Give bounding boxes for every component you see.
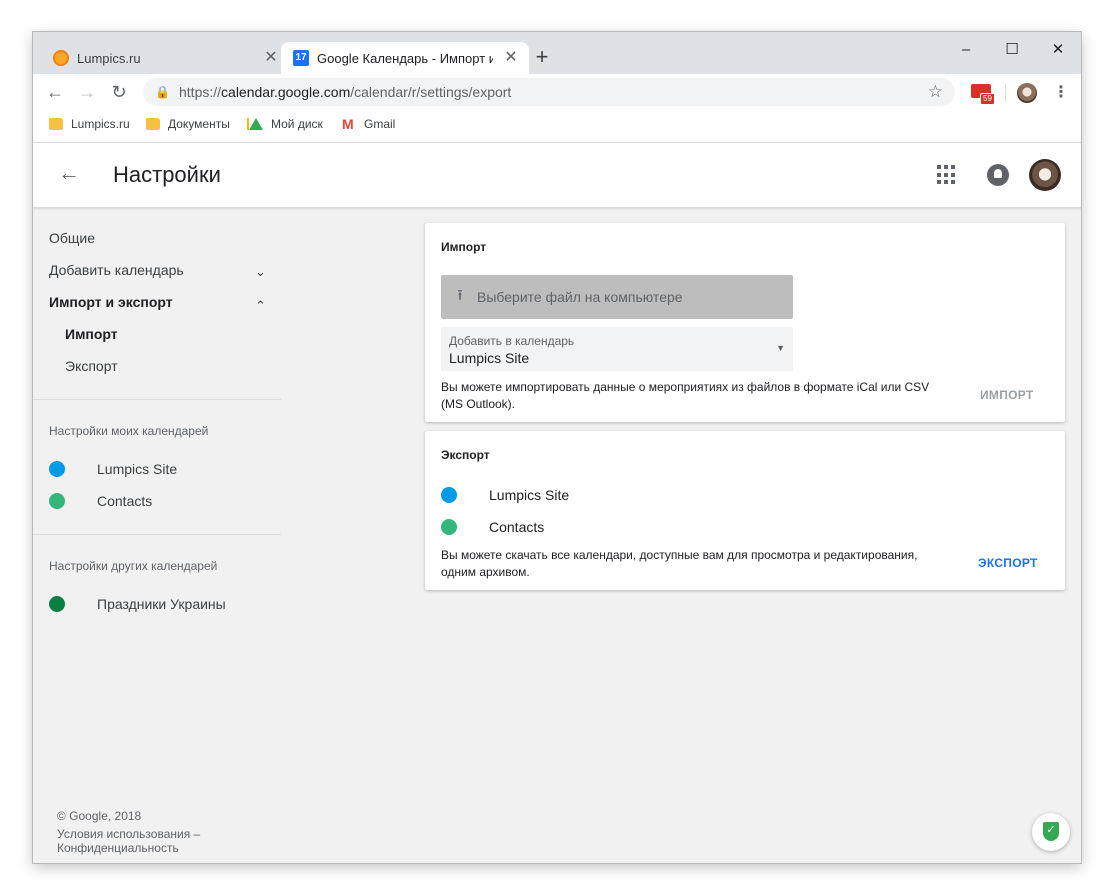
my-calendars-header: Настройки моих календарей — [49, 424, 209, 438]
sidebar-item-general[interactable]: Общие — [49, 230, 95, 246]
back-button[interactable]: ← — [43, 80, 67, 104]
bookmark-label: Мой диск — [271, 117, 323, 131]
lock-icon: 🔒 — [155, 85, 170, 99]
maximize-button[interactable]: ☐ — [989, 36, 1035, 64]
minimize-button[interactable]: – — [943, 36, 989, 64]
apps-grid-icon[interactable] — [937, 165, 957, 185]
forward-button[interactable]: → — [75, 80, 99, 104]
mail-extension-icon[interactable]: 59 — [971, 82, 995, 105]
dropdown-arrow-icon: ▼ — [776, 343, 785, 353]
upload-icon: ⭱ — [457, 286, 463, 304]
bookmark-label: Gmail — [364, 117, 396, 131]
back-arrow-icon[interactable]: ← — [57, 161, 81, 185]
url-path: /calendar/r/settings/export — [350, 84, 512, 100]
import-title: Импорт — [441, 240, 487, 254]
calendar-name: Lumpics Site — [97, 461, 178, 477]
calendar-name: Праздники Украины — [97, 596, 226, 612]
export-title: Экспорт — [441, 448, 490, 462]
select-label: Добавить в календарь — [449, 334, 575, 348]
calendar-color-dot — [49, 461, 65, 477]
settings-sidebar: Общие Добавить календарь ⌄ Импорт и эксп… — [33, 208, 283, 863]
close-tab-icon[interactable]: ✕ — [263, 50, 279, 66]
sidebar-divider — [33, 399, 281, 400]
calendar-name: Lumpics Site — [489, 487, 570, 503]
mail-count-badge: 59 — [980, 93, 995, 105]
calendar-name: Contacts — [97, 493, 153, 509]
reload-button[interactable]: ↻ — [107, 80, 131, 104]
copyright-text: © Google, 2018 — [57, 809, 142, 823]
security-shield-button[interactable]: ✓ — [1032, 813, 1070, 851]
tab-title: Google Календарь - Импорт и э — [317, 50, 493, 66]
tab-strip: Lumpics.ru ✕ 17 Google Календарь - Импор… — [33, 32, 1081, 74]
bookmark-label: Документы — [168, 117, 230, 131]
export-calendar-lumpics-site: Lumpics Site — [441, 485, 569, 505]
calendar-favicon-icon: 17 — [293, 50, 309, 66]
import-note: Вы можете импортировать данные о меропри… — [441, 380, 930, 411]
tab-lumpics[interactable]: Lumpics.ru ✕ — [41, 42, 289, 74]
bookmark-gmail[interactable]: M Gmail — [342, 117, 395, 131]
bookmark-lumpics[interactable]: Lumpics.ru — [49, 117, 130, 131]
sidebar-item-add-calendar[interactable]: Добавить календарь — [49, 262, 184, 278]
address-bar[interactable]: 🔒 https://calendar.google.com/calendar/r… — [143, 78, 955, 106]
sidebar-calendar-contacts[interactable]: Contacts — [49, 491, 152, 511]
profile-avatar[interactable] — [1017, 83, 1037, 103]
url-text: https://calendar.google.com/calendar/r/s… — [179, 84, 511, 100]
gmail-icon: M — [342, 116, 354, 132]
browser-window: Lumpics.ru ✕ 17 Google Календарь - Импор… — [33, 32, 1081, 863]
shield-check-icon: ✓ — [1043, 822, 1059, 841]
calendar-color-dot — [49, 596, 65, 612]
calendar-name: Contacts — [489, 519, 545, 535]
select-value: Lumpics Site — [449, 350, 530, 366]
url-prefix: https:// — [179, 84, 222, 100]
other-calendars-header: Настройки других календарей — [49, 559, 218, 573]
choose-file-button[interactable]: ⭱ Выберите файл на компьютере — [441, 275, 793, 319]
lumpics-favicon-icon — [53, 50, 69, 66]
sidebar-item-export[interactable]: Экспорт — [65, 358, 118, 374]
folder-icon — [49, 118, 63, 130]
sidebar-calendar-holidays-ukraine[interactable]: Праздники Украины — [49, 594, 226, 614]
chevron-down-icon[interactable]: ⌄ — [255, 264, 266, 280]
import-card: Импорт ⭱ Выберите файл на компьютере Доб… — [425, 223, 1065, 422]
settings-header: ← Настройки — [33, 143, 1081, 208]
account-avatar[interactable] — [1029, 159, 1061, 191]
folder-icon — [146, 118, 160, 130]
sidebar-item-import-export[interactable]: Импорт и экспорт — [49, 294, 173, 310]
bookmark-documents[interactable]: Документы — [146, 117, 230, 131]
new-tab-button[interactable]: + — [531, 46, 553, 68]
toolbar-divider — [1005, 84, 1006, 102]
close-window-button[interactable]: ✕ — [1035, 36, 1081, 64]
url-host: calendar.google.com — [221, 84, 351, 100]
close-tab-icon[interactable]: ✕ — [503, 50, 519, 66]
page-title: Настройки — [113, 162, 221, 187]
import-button[interactable]: ИМПОРТ — [980, 388, 1034, 402]
calendar-color-dot — [49, 493, 65, 509]
terms-link[interactable]: Условия использования – — [57, 827, 200, 841]
calendar-select[interactable]: Добавить в календарь Lumpics Site ▼ — [441, 327, 793, 371]
browser-toolbar: ← → ↻ 🔒 https://calendar.google.com/cale… — [33, 74, 1081, 110]
sidebar-divider — [33, 534, 281, 535]
bookmarks-bar: Lumpics.ru Документы Мой диск M Gmail — [33, 110, 1081, 143]
calendar-color-dot — [441, 519, 457, 535]
chevron-up-icon[interactable]: ⌃ — [255, 298, 266, 314]
bookmark-star-icon[interactable]: ☆ — [928, 82, 943, 102]
calendar-color-dot — [441, 487, 457, 503]
google-drive-icon — [249, 118, 263, 130]
sidebar-item-import[interactable]: Импорт — [65, 326, 118, 342]
tab-title: Lumpics.ru — [77, 50, 141, 66]
export-button[interactable]: ЭКСПОРТ — [978, 556, 1038, 570]
privacy-link[interactable]: Конфиденциальность — [57, 841, 179, 855]
tab-google-calendar[interactable]: 17 Google Календарь - Импорт и э ✕ — [281, 42, 529, 74]
more-menu-icon[interactable]: ⋮ — [1053, 82, 1069, 104]
export-calendar-contacts: Contacts — [441, 517, 544, 537]
notifications-icon[interactable] — [987, 164, 1009, 186]
export-card: Экспорт Lumpics Site Contacts Вы можете … — [425, 431, 1065, 590]
bookmark-label: Lumpics.ru — [71, 117, 130, 131]
choose-file-label: Выберите файл на компьютере — [477, 289, 683, 305]
sidebar-calendar-lumpics-site[interactable]: Lumpics Site — [49, 459, 177, 479]
export-note: Вы можете скачать все календари, доступн… — [441, 548, 918, 579]
bookmark-drive[interactable]: Мой диск — [249, 117, 323, 131]
